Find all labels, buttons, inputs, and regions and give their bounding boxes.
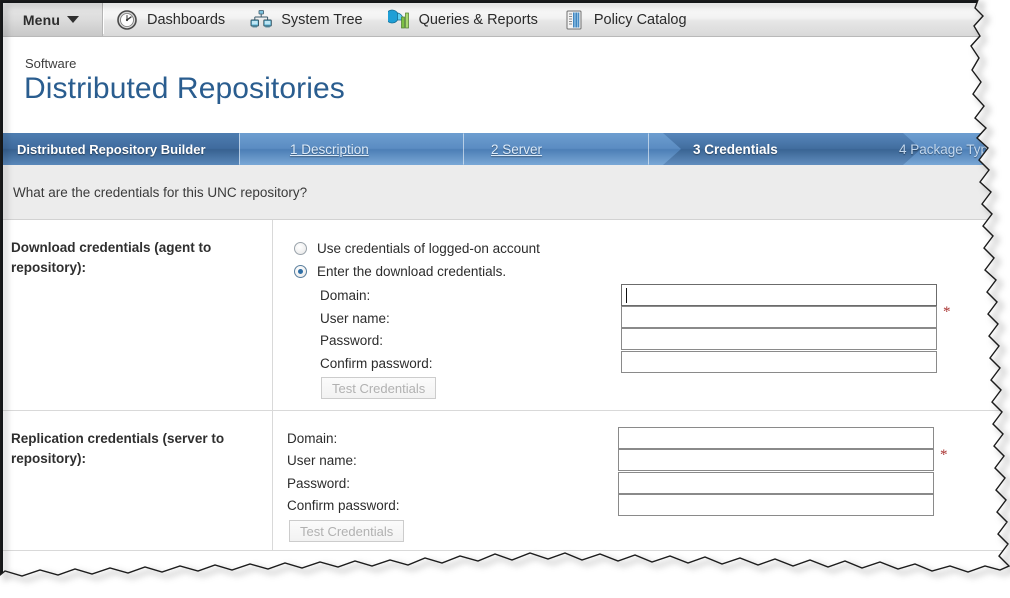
caret-down-icon bbox=[67, 16, 79, 23]
replication-credentials-body: Domain: User name: Password: Confirm pas… bbox=[285, 411, 1010, 550]
wizard-question-text: What are the credentials for this UNC re… bbox=[13, 184, 308, 200]
field-label-password: Password: bbox=[287, 476, 351, 491]
input-username[interactable] bbox=[621, 306, 937, 328]
breadcrumb: Software bbox=[25, 56, 77, 71]
field-label-username: User name: bbox=[320, 311, 390, 326]
section-divider bbox=[272, 220, 273, 410]
nav-item-dashboards[interactable]: Dashboards bbox=[104, 3, 238, 36]
radio-label: Use credentials of logged-on account bbox=[317, 241, 540, 256]
policy-catalog-book-icon bbox=[563, 9, 585, 31]
field-label-domain: Domain: bbox=[287, 431, 338, 446]
nav-item-label: Policy Catalog bbox=[593, 11, 687, 28]
download-credentials-section: Download credentials (agent to repositor… bbox=[3, 220, 1010, 411]
nav-item-queries-reports[interactable]: Queries & Reports bbox=[376, 3, 551, 36]
input-username[interactable] bbox=[618, 449, 934, 471]
field-label-username: User name: bbox=[287, 453, 357, 468]
radio-enter-download-credentials[interactable]: Enter the download credentials. bbox=[294, 264, 506, 279]
field-label-confirm-password: Confirm password: bbox=[320, 356, 433, 371]
wizard-step-1-description[interactable]: 1 Description bbox=[290, 133, 369, 165]
wizard-step-4-package-types[interactable]: 4 Package Types bbox=[899, 133, 1002, 165]
nav-item-label: Queries & Reports bbox=[418, 11, 538, 28]
replication-credentials-section: Replication credentials (server to repos… bbox=[3, 411, 1010, 551]
system-tree-icon bbox=[250, 9, 272, 31]
field-label-domain: Domain: bbox=[320, 288, 371, 303]
step-chevron-divider bbox=[239, 133, 259, 165]
screenshot-root: Menu Dashboards System Tree Queries & Re… bbox=[0, 0, 1010, 598]
menu-button[interactable]: Menu bbox=[0, 3, 103, 36]
wizard-step-label: 3 Credentials bbox=[693, 141, 778, 157]
nav-item-system-tree[interactable]: System Tree bbox=[238, 3, 375, 36]
radio-label: Enter the download credentials. bbox=[317, 264, 507, 279]
input-confirm-password[interactable] bbox=[618, 494, 934, 516]
nav-item-policy-catalog[interactable]: Policy Catalog bbox=[551, 3, 700, 36]
download-credentials-body: Use credentials of logged-on account Ent… bbox=[285, 220, 1010, 410]
page-bottom-filler bbox=[3, 552, 1010, 598]
section-divider bbox=[272, 411, 273, 550]
radio-button-icon[interactable] bbox=[294, 265, 307, 278]
step-chevron-divider bbox=[463, 133, 483, 165]
field-label-password: Password: bbox=[320, 333, 384, 348]
wizard-step-bar: Distributed Repository Builder 1 Descrip… bbox=[3, 133, 1010, 165]
step-chevron-divider bbox=[648, 133, 668, 165]
wizard-question-bar: What are the credentials for this UNC re… bbox=[3, 165, 1010, 220]
top-navigation-bar: Menu Dashboards System Tree Queries & Re… bbox=[0, 3, 1010, 37]
dashboard-gauge-icon bbox=[116, 9, 138, 31]
wizard-step-label: 4 Package Types bbox=[899, 141, 1003, 157]
queries-reports-chart-icon bbox=[388, 9, 410, 31]
window-top-border bbox=[0, 0, 1010, 3]
test-credentials-button-replication[interactable]: Test Credentials bbox=[289, 520, 404, 542]
text-cursor bbox=[626, 288, 627, 303]
wizard-title: Distributed Repository Builder bbox=[3, 133, 239, 165]
download-credentials-label: Download credentials (agent to repositor… bbox=[11, 240, 212, 275]
required-asterisk: * bbox=[943, 304, 951, 320]
page-title: Distributed Repositories bbox=[24, 72, 345, 105]
radio-use-logged-on-account[interactable]: Use credentials of logged-on account bbox=[294, 241, 540, 256]
wizard-step-label: 2 Server bbox=[491, 141, 543, 157]
input-password[interactable] bbox=[618, 472, 934, 494]
page-header: Software Distributed Repositories bbox=[3, 38, 1010, 133]
test-credentials-button-download[interactable]: Test Credentials bbox=[321, 377, 436, 399]
input-domain[interactable] bbox=[621, 284, 937, 306]
wizard-step-2-server[interactable]: 2 Server bbox=[491, 133, 542, 165]
wizard-step-label: 1 Description bbox=[290, 141, 369, 157]
menu-button-label: Menu bbox=[22, 11, 61, 28]
nav-item-label: Dashboards bbox=[147, 11, 226, 28]
replication-credentials-label: Replication credentials (server to repos… bbox=[11, 431, 225, 466]
test-credentials-button-label: Test Credentials bbox=[300, 523, 394, 539]
input-confirm-password[interactable] bbox=[621, 351, 937, 373]
wizard-title-label: Distributed Repository Builder bbox=[17, 141, 206, 157]
nav-item-label: System Tree bbox=[281, 11, 363, 28]
input-domain[interactable] bbox=[618, 427, 934, 449]
window-left-border bbox=[0, 0, 3, 575]
application-sheet: Menu Dashboards System Tree Queries & Re… bbox=[0, 0, 1010, 598]
input-password[interactable] bbox=[621, 328, 937, 350]
field-label-confirm-password: Confirm password: bbox=[287, 498, 400, 513]
radio-button-icon[interactable] bbox=[294, 242, 307, 255]
required-asterisk: * bbox=[940, 447, 948, 463]
wizard-step-3-credentials[interactable]: 3 Credentials bbox=[693, 133, 778, 165]
test-credentials-button-label: Test Credentials bbox=[332, 380, 426, 396]
